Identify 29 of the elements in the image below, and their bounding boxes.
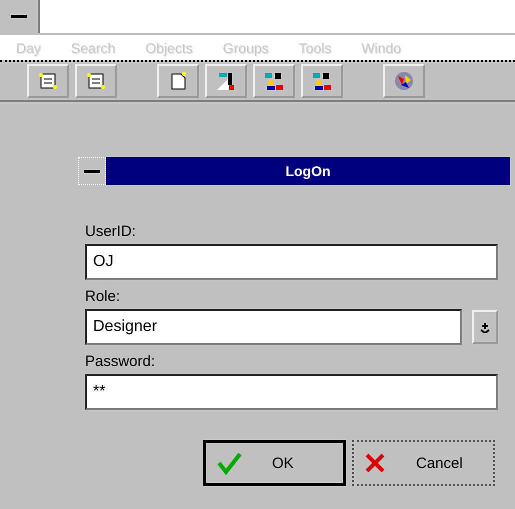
people-icon — [263, 70, 285, 92]
field-label: Role: — [85, 288, 122, 305]
field-label: UserID: — [85, 223, 137, 240]
x-icon — [364, 452, 386, 474]
dash-icon — [84, 168, 100, 174]
combo-field[interactable]: Designer — [85, 309, 462, 345]
toolbar-button[interactable] — [157, 64, 199, 98]
document-icon — [86, 72, 106, 90]
toolbar-button[interactable] — [75, 64, 117, 98]
toolbar-button[interactable] — [27, 64, 69, 98]
document-icon — [38, 72, 58, 90]
cancel-button[interactable]: Cancel — [352, 440, 495, 486]
dash-icon — [11, 14, 27, 20]
globe-icon — [393, 70, 415, 92]
dialog-menu-button[interactable] — [78, 157, 106, 185]
field-label: Password: — [85, 353, 156, 370]
people-icon — [311, 70, 333, 92]
toolbar-button[interactable] — [253, 64, 295, 98]
caret-icon — [480, 321, 490, 333]
chart-icon — [215, 70, 237, 92]
toolbar-button[interactable] — [301, 64, 343, 98]
dialog-title: LogOn — [106, 157, 510, 185]
ok-button[interactable]: OK — [203, 440, 346, 486]
toolbar-button[interactable] — [205, 64, 247, 98]
check-icon — [216, 451, 242, 475]
input-field[interactable]: OJ — [85, 244, 498, 280]
dropdown-button[interactable] — [472, 310, 498, 344]
input-field[interactable]: ** — [85, 374, 498, 410]
system-menu-button[interactable] — [0, 0, 40, 33]
